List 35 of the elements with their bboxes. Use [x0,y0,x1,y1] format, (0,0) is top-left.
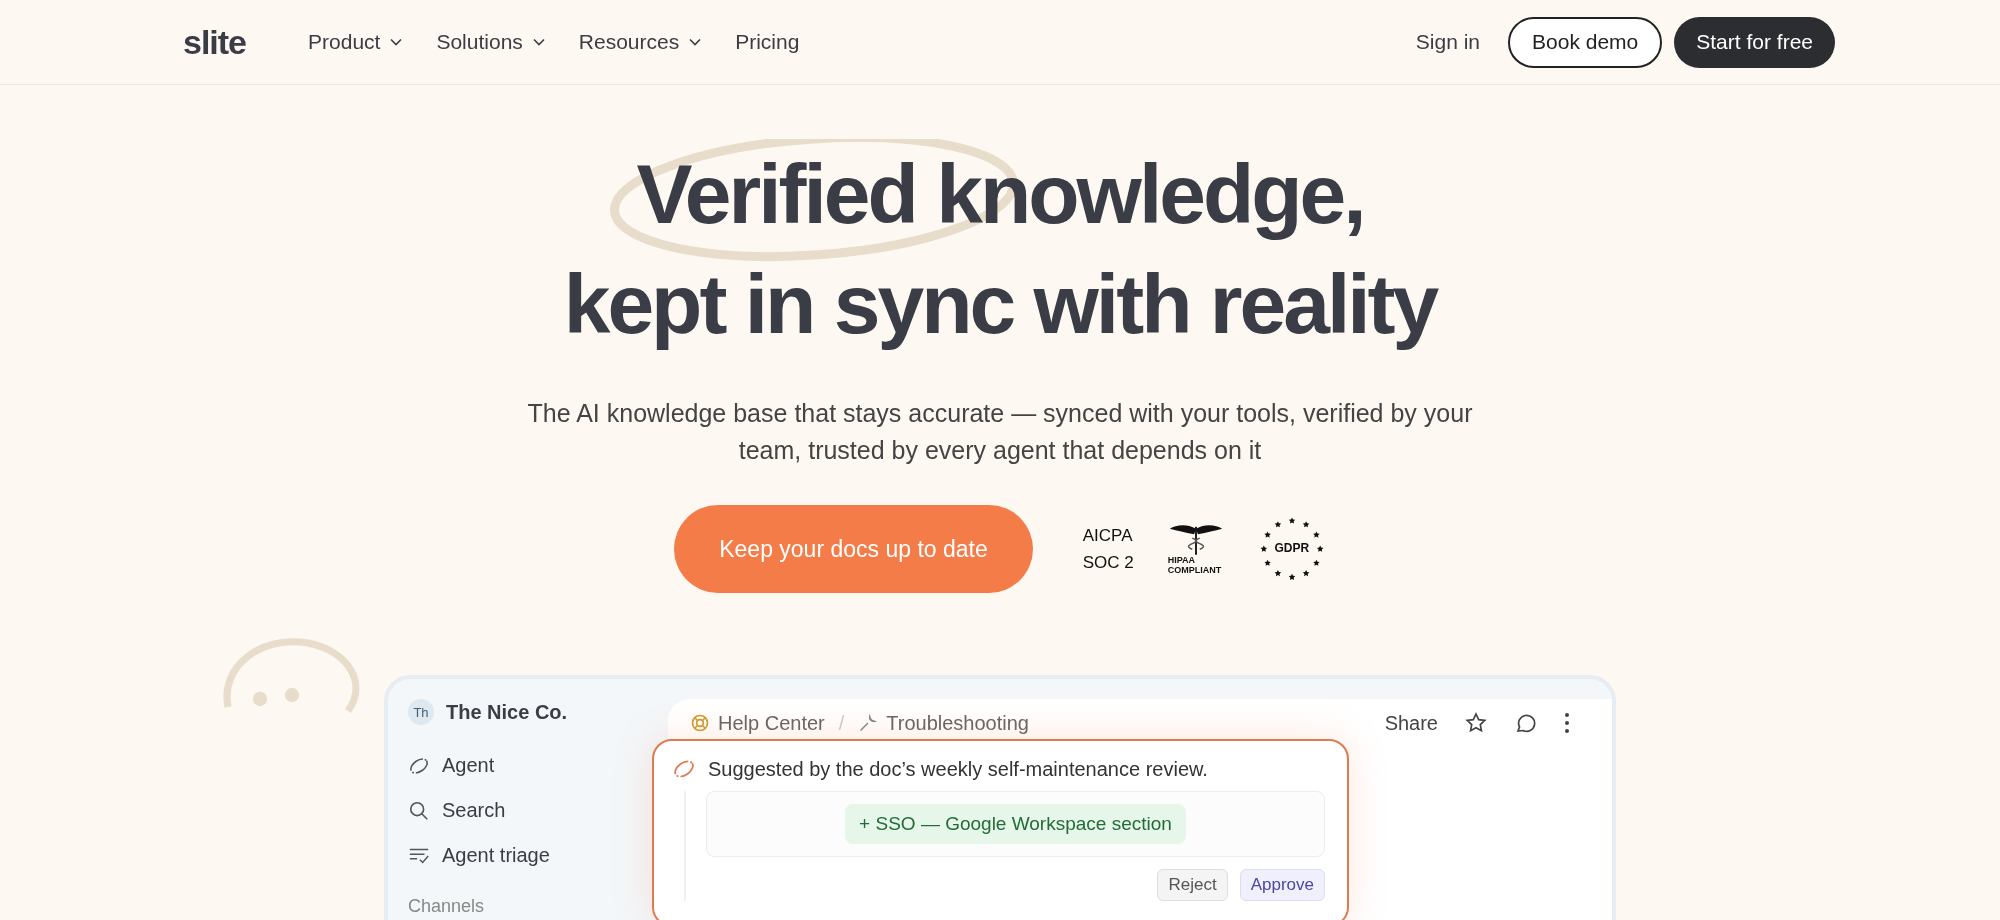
nav-link[interactable]: Pricing [735,30,800,54]
sidebar-item[interactable]: Agent [408,743,648,788]
reject-button[interactable]: Reject [1157,869,1228,901]
sidebar-item[interactable]: Search [408,788,648,833]
book-demo-button[interactable]: Book demo [1508,16,1663,68]
share-button[interactable]: Share [1384,711,1438,735]
added-section-tag: + SSO — Google Workspace section [845,804,1186,844]
certification-label: COMPLIANT [1167,565,1222,575]
star-icon[interactable] [1464,711,1488,735]
approve-button[interactable]: Approve [1239,869,1325,901]
nav-link[interactable]: Solutions [436,30,545,54]
start-free-button[interactable]: Start for free [1674,16,1835,68]
search-icon [408,799,430,822]
breadcrumb-link[interactable]: Troubleshooting [858,711,1029,735]
suggestion-text: Suggested by the doc’s weekly self-maintenance review. [708,757,1208,781]
breadcrumb-separator: / [838,711,845,735]
workspace-name[interactable]: The Nice Co. [446,700,568,724]
certification-label: GDPR [1273,541,1311,555]
hero-subtitle: The AI knowledge base that stays accurate — synced with your tools, verified by your team, trusted by every agent that depends on it [526,398,1474,466]
certification-label: HIPAA [1167,555,1196,565]
more-icon[interactable] [1564,711,1570,735]
sidebar-item[interactable]: Agent triage [408,833,648,878]
hero-title: kept in sync with reality [563,256,1437,353]
logo[interactable]: slite [183,22,247,62]
nav-link[interactable]: Resources [578,30,702,54]
certification-label: SOC 2 [1082,552,1134,574]
lifebuoy-icon [690,713,710,733]
section-heading: Channels [408,896,486,917]
hero-title: Verified knowledge, [636,146,1364,243]
certification-label: AICPA [1082,525,1134,547]
nav-link[interactable]: Product [308,30,403,54]
sign-in-link[interactable]: Sign in [1415,30,1481,54]
workspace-avatar: Th [408,699,434,725]
caduceus-icon [1167,523,1224,555]
breadcrumb-link[interactable]: Help Center [690,711,825,735]
